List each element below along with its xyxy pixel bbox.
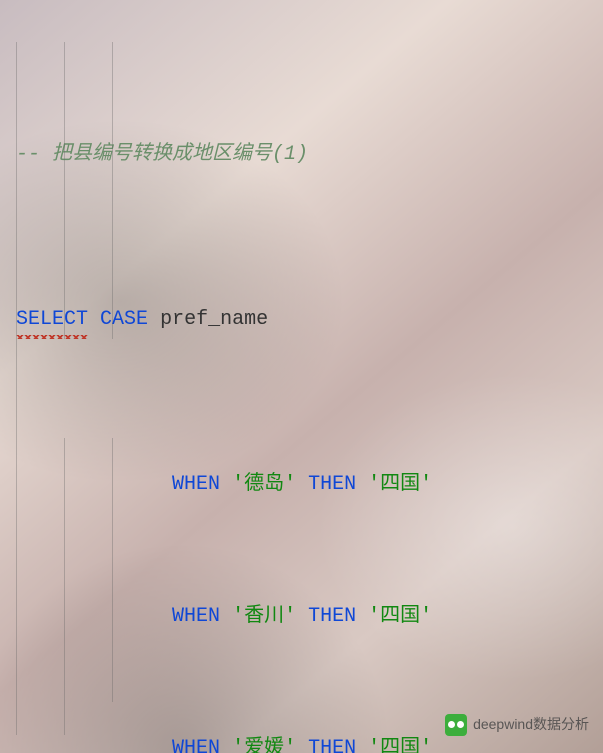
code-line: WHEN '爱媛' THEN '四国' (8, 732, 603, 753)
keyword-when: WHEN (172, 605, 220, 628)
sql-code-block: -- 把县编号转换成地区编号(1) SELECT CASE pref_name … (0, 0, 603, 753)
keyword-then: THEN (308, 473, 356, 496)
string-literal: '香川' (232, 605, 296, 628)
code-line: WHEN '香川' THEN '四国' (8, 600, 603, 633)
code-line: WHEN '德岛' THEN '四国' (8, 468, 603, 501)
string-literal: '四国' (368, 605, 432, 628)
code-line: SELECT CASE pref_name (8, 303, 603, 336)
keyword-then: THEN (308, 605, 356, 628)
keyword-when: WHEN (172, 737, 220, 753)
string-literal: '德岛' (232, 473, 296, 496)
keyword-case: CASE (100, 308, 148, 331)
string-literal: '四国' (368, 737, 432, 753)
code-line: -- 把县编号转换成地区编号(1) (8, 138, 603, 171)
identifier-pref-name: pref_name (160, 308, 268, 331)
keyword-then: THEN (308, 737, 356, 753)
string-literal: '爱媛' (232, 737, 296, 753)
comment-text: -- 把县编号转换成地区编号(1) (16, 143, 308, 166)
keyword-select: SELECT (16, 303, 88, 336)
string-literal: '四国' (368, 473, 432, 496)
keyword-when: WHEN (172, 473, 220, 496)
